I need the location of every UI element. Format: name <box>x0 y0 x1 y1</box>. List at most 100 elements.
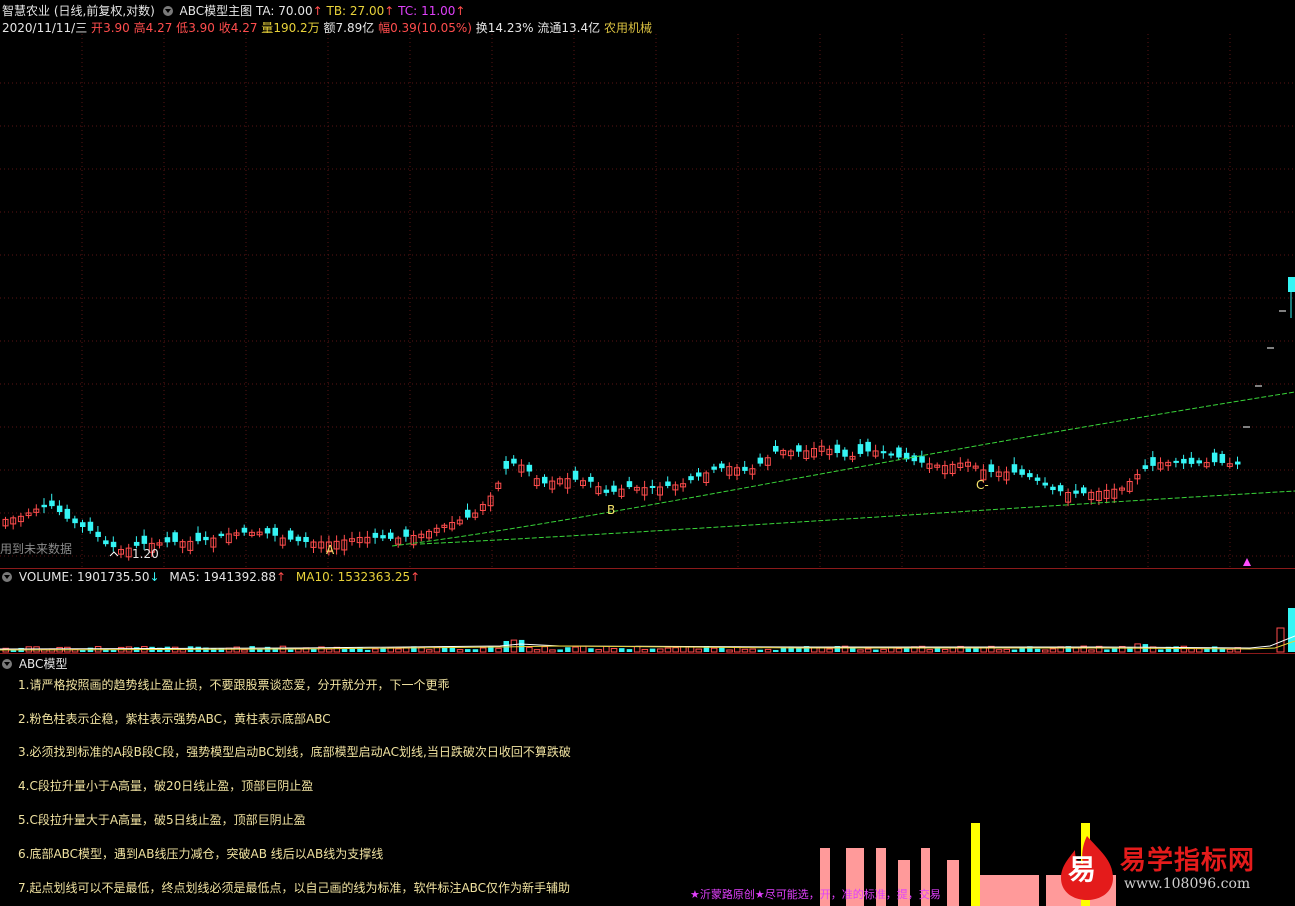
candle-down <box>465 509 471 518</box>
volume-bar <box>965 648 971 652</box>
volume-bar <box>649 648 656 652</box>
volume-bar <box>626 649 633 652</box>
candle-down <box>218 533 225 537</box>
stable-signal-bar <box>971 875 1039 906</box>
candle-down <box>834 444 841 454</box>
low-price-label: 1.20 <box>132 547 159 561</box>
volume-arrow: ↓ <box>149 570 160 584</box>
volume-divider <box>0 653 1295 654</box>
candle-down <box>896 447 902 458</box>
candle-down <box>380 535 386 539</box>
candle-down <box>195 532 201 542</box>
candle-down <box>95 531 101 538</box>
volume-bar <box>1104 649 1110 652</box>
candle-down <box>1057 485 1064 492</box>
candle-down <box>711 466 717 470</box>
candle-down <box>611 485 617 492</box>
candle-down <box>87 521 94 531</box>
candle-down <box>272 527 278 536</box>
point-c-label: C- <box>976 478 989 492</box>
volume-bar <box>257 649 263 652</box>
volume-bar <box>1049 648 1057 653</box>
stable-signal-bar <box>947 860 959 906</box>
volume-bar <box>633 645 641 653</box>
volume-bar <box>657 648 664 653</box>
volume-bar <box>1158 649 1164 652</box>
volume-chart[interactable] <box>0 586 1295 653</box>
candle-down <box>503 461 509 469</box>
volume-dropdown-icon[interactable] <box>2 572 12 582</box>
trend-line-lower <box>419 490 1295 545</box>
candle-down <box>842 449 848 457</box>
candle-down <box>1188 457 1195 464</box>
volume-bar <box>1042 649 1049 653</box>
volume-bar <box>1003 648 1010 653</box>
candle-down <box>1027 473 1033 478</box>
ma5-label: MA5: <box>169 570 200 584</box>
candle-down <box>295 536 302 542</box>
volume-bar <box>426 649 433 653</box>
volume-bar <box>610 647 618 653</box>
volume-label: VOLUME: <box>18 570 74 584</box>
volume-bar <box>395 648 402 653</box>
candle-down <box>403 529 409 537</box>
volume-bar <box>695 648 702 653</box>
volume-bar <box>1011 649 1018 652</box>
volume-bar <box>941 648 949 653</box>
candlestick-chart[interactable] <box>0 0 1295 568</box>
volume-bar <box>749 648 756 653</box>
candle-down <box>1073 490 1079 494</box>
volume-bar <box>380 648 386 652</box>
point-b-label: B <box>607 503 616 517</box>
candle-down <box>665 481 671 486</box>
volume-bar <box>895 648 903 653</box>
candle-down <box>626 481 633 488</box>
candle-down <box>603 489 610 493</box>
abc-footer-text: ★沂蒙路原创★尽可能选，开，准的标准，提，交易 <box>690 888 941 901</box>
volume-bar <box>402 647 410 653</box>
volume-bar <box>580 645 587 653</box>
volume-bar <box>472 649 479 652</box>
volume-bar <box>726 649 733 653</box>
candle-down <box>41 504 47 508</box>
volume-bar <box>710 647 718 653</box>
candle-down <box>1011 464 1018 473</box>
candle-down <box>857 444 864 454</box>
volume-header: VOLUME: 1901735.50↓ MA5: 1941392.88↑ MA1… <box>0 570 420 584</box>
volume-bar <box>465 649 471 652</box>
candle-down <box>1042 482 1048 486</box>
candle-down <box>164 537 171 543</box>
candle-down <box>742 466 748 471</box>
volume-bar <box>1276 627 1285 653</box>
candle-down <box>773 445 779 452</box>
candle-down <box>526 464 533 472</box>
volume-bar <box>541 646 548 653</box>
volume-bar <box>518 639 525 652</box>
candle-down <box>511 458 517 464</box>
candle-down <box>542 476 548 484</box>
volume-bar <box>926 649 933 653</box>
volume-bar <box>549 649 556 653</box>
volume-bar <box>641 648 649 653</box>
candle-down <box>1181 458 1187 464</box>
candle-down <box>264 528 271 534</box>
volume-bar <box>449 647 456 652</box>
candle-down <box>388 532 394 539</box>
volume-bar <box>719 647 725 652</box>
volume-bar <box>456 649 464 653</box>
volume-bar <box>372 648 379 653</box>
candle-down <box>1196 460 1202 464</box>
candle-down <box>888 453 894 456</box>
candle-down <box>649 485 656 488</box>
volume-bar <box>565 647 571 652</box>
candle-down <box>1142 465 1149 469</box>
candle-down <box>1150 457 1156 466</box>
candle-down <box>1219 453 1226 463</box>
volume-bar <box>880 648 887 653</box>
candle-down <box>203 536 209 541</box>
volume-bar <box>479 647 487 653</box>
candle-down <box>1211 452 1218 463</box>
point-a-label: A <box>326 543 335 557</box>
candle-down <box>241 527 248 533</box>
volume-bar <box>557 649 563 652</box>
